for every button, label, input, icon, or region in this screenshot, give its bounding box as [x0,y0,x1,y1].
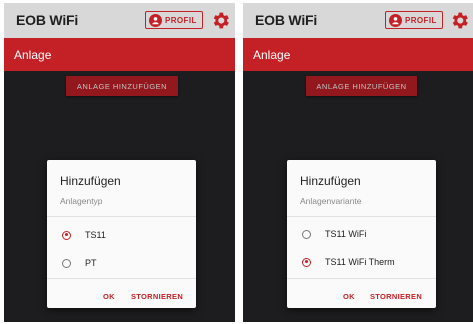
profile-button-label: PROFIL [405,15,437,25]
add-dialog: Hinzufügen Anlagentyp TS11 PT OK STORNIE… [47,160,196,308]
profile-button[interactable]: PROFIL [385,11,443,29]
radio-unselected[interactable] [62,258,71,268]
profile-button-label: PROFIL [165,15,197,25]
add-dialog: Hinzufügen Anlagenvariante TS11 WiFi TS1… [287,160,436,308]
dialog-subtitle: Anlagenvariante [300,196,362,206]
dialog-divider [287,216,436,217]
profile-person-icon [389,13,402,27]
option-ts11-wifi[interactable]: TS11 WiFi [302,227,366,241]
app-title: EOB WiFi [16,12,79,28]
section-title: Anlage [14,48,52,62]
gear-icon[interactable] [449,10,470,31]
dialog-divider [47,216,196,217]
dialog-subtitle: Anlagentyp [60,196,103,206]
screen-anlagentyp: EOB WiFi PROFIL Anlage ANLAGE HINZUFÜGEN… [4,3,235,322]
radio-selected[interactable] [302,257,311,267]
option-ts11[interactable]: TS11 [62,228,106,242]
cancel-button[interactable]: STORNIEREN [370,292,422,301]
top-app-bar: EOB WiFi PROFIL [4,3,235,38]
ok-button[interactable]: OK [103,292,115,301]
radio-unselected[interactable] [302,229,311,239]
section-title: Anlage [253,48,291,62]
cancel-button[interactable]: STORNIEREN [131,292,183,301]
option-pt[interactable]: PT [62,256,97,270]
option-ts11-wifi-therm[interactable]: TS11 WiFi Therm [302,255,395,269]
section-bar: Anlage [4,38,235,71]
gear-icon[interactable] [210,10,231,31]
option-label: PT [85,258,97,268]
dialog-title: Hinzufügen [60,174,121,188]
ok-button[interactable]: OK [343,292,355,301]
dialog-title: Hinzufügen [300,174,361,188]
dialog-divider [287,278,436,279]
screen-anlagenvariante: EOB WiFi PROFIL Anlage ANLAGE HINZUFÜGEN… [243,3,473,322]
section-bar: Anlage [243,38,473,71]
option-label: TS11 [85,230,106,240]
profile-button[interactable]: PROFIL [145,11,203,29]
option-label: TS11 WiFi Therm [325,257,395,267]
radio-selected[interactable] [62,230,71,240]
option-label: TS11 WiFi [325,229,367,239]
dialog-divider [47,278,196,279]
app-title: EOB WiFi [255,12,318,28]
profile-person-icon [149,13,162,27]
top-app-bar: EOB WiFi PROFIL [243,3,473,38]
